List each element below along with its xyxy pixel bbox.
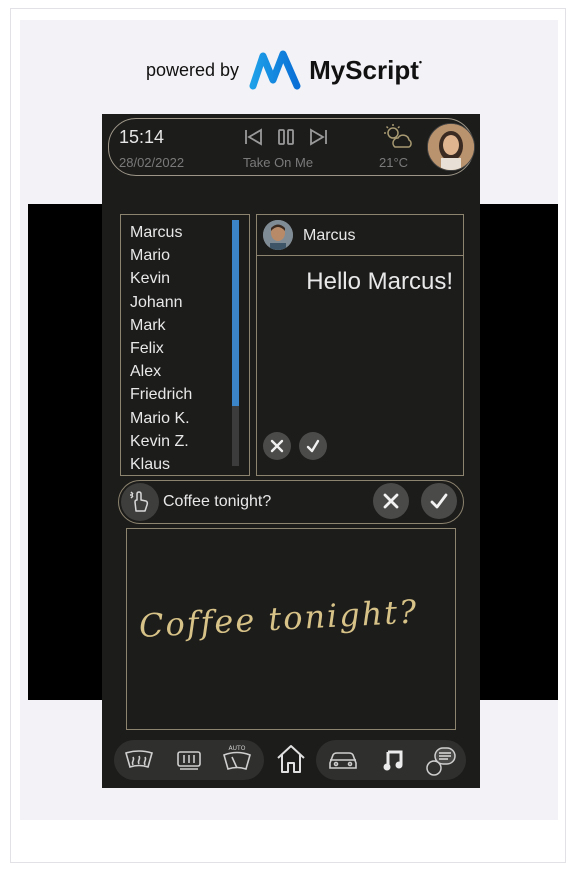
contact-avatar-image [263, 220, 293, 250]
car-icon[interactable] [326, 743, 360, 777]
send-button[interactable] [421, 483, 457, 519]
handwriting-canvas[interactable]: Coffee tonight? [126, 528, 456, 730]
discard-button[interactable] [373, 483, 409, 519]
close-icon [270, 439, 284, 453]
auto-label: AUTO [229, 745, 246, 752]
myscript-logo-icon [249, 50, 301, 90]
music-note-icon[interactable] [376, 743, 410, 777]
chat-header: Marcus [256, 214, 464, 256]
checkmark-icon [306, 439, 320, 453]
chat-accept-button[interactable] [299, 432, 327, 460]
brand-name: MyScript• [309, 55, 422, 86]
pause-icon[interactable] [278, 129, 294, 145]
sun-cloud-icon [384, 124, 412, 148]
user-avatar[interactable] [427, 123, 475, 171]
clock-date: 28/02/2022 [119, 155, 185, 170]
chat-message: Hello Marcus! [306, 268, 453, 295]
previous-track-icon[interactable] [245, 128, 262, 146]
chat-reject-button[interactable] [263, 432, 291, 460]
brand-header: powered by MyScript• [146, 50, 446, 90]
close-icon [383, 493, 399, 509]
handwriting-button[interactable] [121, 483, 159, 521]
chat-contact-name: Marcus [303, 227, 356, 244]
scrollbar-thumb[interactable] [232, 220, 239, 406]
handwritten-ink: Coffee tonight? [138, 592, 420, 645]
handwriting-hand-icon [130, 491, 149, 512]
chat-messages: Hello Marcus! [256, 256, 464, 476]
recognition-bar: Coffee tonight? [118, 480, 464, 524]
contact-scrollbar[interactable] [232, 220, 239, 466]
status-bar: 15:14 28/02/2022 Take On Me 21°C [108, 118, 475, 176]
contact-list[interactable]: Marcus Mario Kevin Johann Mark Felix Ale… [120, 214, 250, 476]
registered-mark: • [418, 56, 423, 67]
message-icon[interactable] [420, 740, 460, 780]
checkmark-icon [430, 493, 448, 509]
contact-avatar [263, 220, 293, 250]
auto-wiper-icon[interactable]: AUTO [220, 741, 254, 775]
temperature: 21°C [379, 155, 409, 170]
powered-by-label: powered by [146, 59, 240, 80]
avatar-image [428, 124, 474, 170]
clock-time: 15:14 [119, 127, 165, 147]
car-display: 15:14 28/02/2022 Take On Me 21°C Marcus … [102, 114, 480, 788]
song-title: Take On Me [243, 155, 314, 170]
recognized-text: Coffee tonight? [163, 493, 272, 510]
next-track-icon[interactable] [310, 128, 327, 146]
media-controls [245, 128, 327, 146]
brand-name-text: MyScript [309, 54, 419, 85]
rear-defrost-icon[interactable] [122, 743, 156, 777]
front-defrost-icon[interactable] [172, 743, 206, 777]
bottom-nav: AUTO [102, 734, 480, 788]
home-icon[interactable] [272, 740, 310, 778]
